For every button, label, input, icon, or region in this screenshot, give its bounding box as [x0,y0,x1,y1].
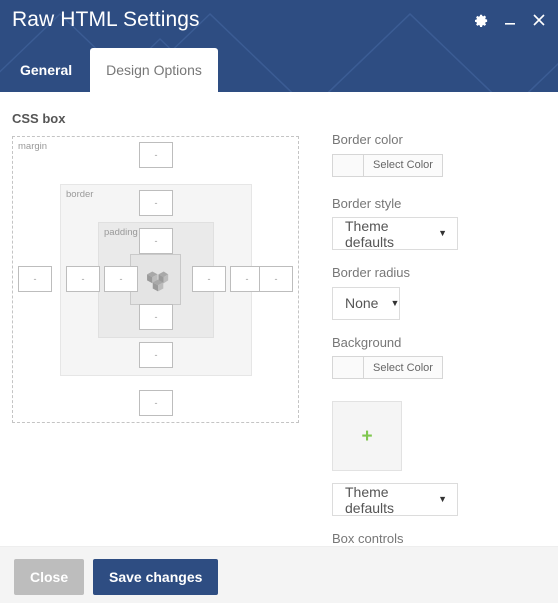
background-style-select[interactable]: Theme defaults ▼ [332,483,458,517]
chevron-down-icon: ▼ [438,494,447,505]
margin-bottom-input[interactable] [139,390,173,416]
border-color-select-button[interactable]: Select Color [364,155,442,176]
minimize-icon[interactable] [501,11,519,29]
border-label: border [66,189,94,200]
border-left-input[interactable] [66,266,100,292]
border-style-select[interactable]: Theme defaults ▼ [332,217,458,251]
window-controls [472,11,548,29]
css-box-section-title: CSS box [12,111,66,126]
page-title: Raw HTML Settings [12,8,200,31]
border-style-label: Border style [332,195,402,211]
border-color-field: Border color Select Color [332,132,547,181]
plus-icon: + [361,425,373,447]
background-image-upload[interactable]: + [332,401,402,472]
margin-left-input[interactable] [18,266,52,292]
tab-bar: General Design Options [0,48,218,92]
chevron-down-icon: ▼ [390,297,400,308]
padding-label: padding [104,227,138,238]
padding-top-input[interactable] [139,228,173,254]
background-label: Background [332,334,402,350]
design-options-panel: Border color Select Color Border style T… [332,132,547,569]
chevron-down-icon: ▼ [438,228,447,239]
padding-bottom-input[interactable] [139,304,173,330]
background-color-picker[interactable]: Select Color [332,356,443,380]
gear-icon[interactable] [472,11,490,29]
margin-top-input[interactable] [139,142,173,168]
modal-header: Raw HTML Settings General Design Options [0,0,558,92]
margin-right-input[interactable] [259,266,293,292]
border-bottom-input[interactable] [139,342,173,368]
border-radius-label: Border radius [332,265,411,281]
tab-design-options[interactable]: Design Options [90,48,218,92]
padding-right-input[interactable] [192,266,226,292]
border-top-input[interactable] [139,190,173,216]
border-color-swatch[interactable] [333,154,364,176]
border-color-label: Border color [332,132,403,147]
border-style-field: Border style Theme defaults ▼ [332,196,547,251]
css-box-model: margin border padding [12,136,301,425]
border-radius-value: None [345,295,379,312]
visual-composer-cube-icon [146,270,168,291]
background-field: Background Select Color [332,335,547,384]
modal-footer: Close Save changes [0,546,558,603]
save-changes-button[interactable]: Save changes [93,559,219,595]
tab-general[interactable]: General [6,48,86,92]
margin-label: margin [18,141,48,152]
background-style-field: Theme defaults ▼ [332,483,547,517]
background-style-value: Theme defaults [345,483,395,516]
modal-body: CSS box margin border padding - - - - - … [0,92,558,569]
background-color-swatch[interactable] [333,357,364,379]
close-icon[interactable] [530,11,548,29]
padding-left-input[interactable] [104,266,138,292]
background-color-select-button[interactable]: Select Color [364,357,442,378]
box-controls-label: Box controls [332,531,404,547]
border-radius-select[interactable]: None ▼ [332,286,400,320]
border-radius-field: Border radius None ▼ [332,265,547,320]
close-button[interactable]: Close [14,559,85,595]
border-style-value: Theme defaults [345,217,395,250]
border-color-picker[interactable]: Select Color [332,153,443,177]
